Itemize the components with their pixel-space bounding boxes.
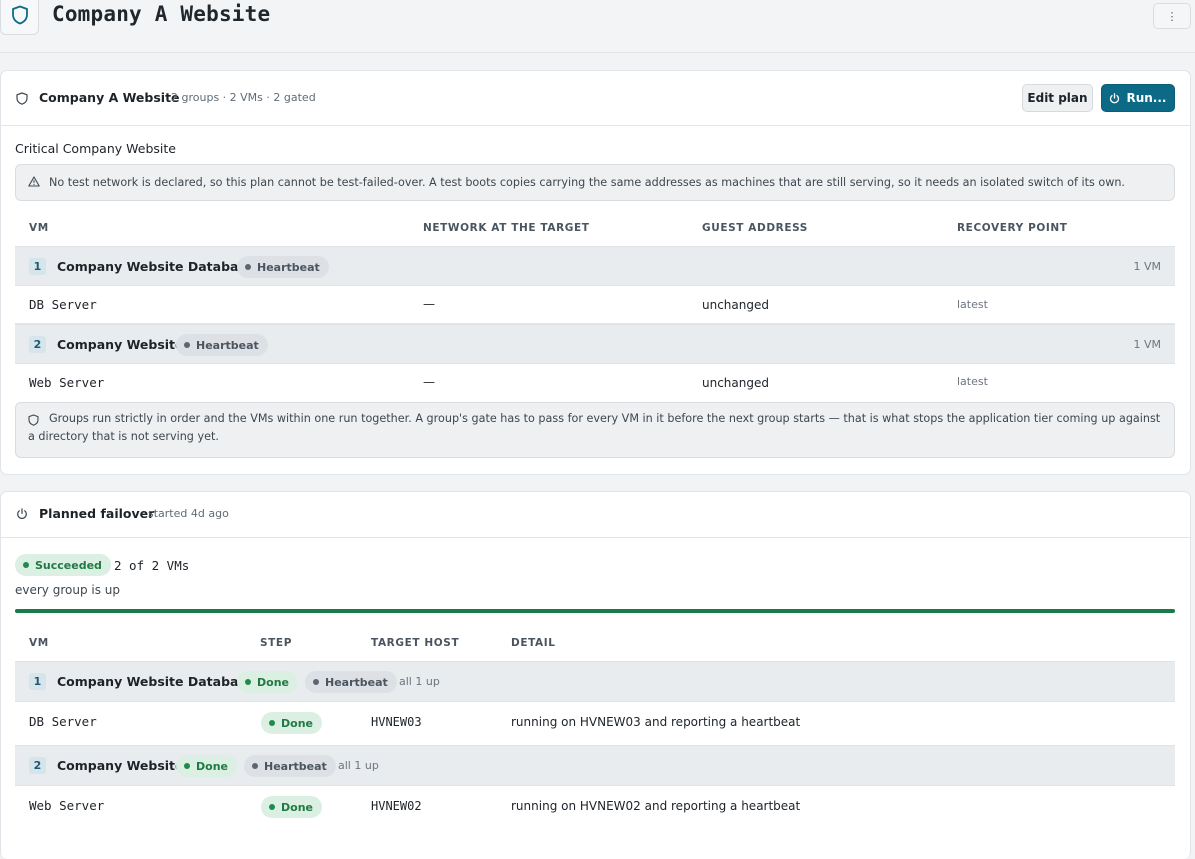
group-up-count: all 1 up xyxy=(399,675,440,688)
heartbeat-gate-badge: Heartbeat xyxy=(305,671,397,693)
run-progress-fill xyxy=(15,609,1175,613)
vm-network: — xyxy=(423,375,435,389)
run-button-label: Run... xyxy=(1126,91,1167,105)
failover-run-card: Planned failover started 4d ago Succeede… xyxy=(0,491,1191,859)
kebab-icon: ⋮ xyxy=(1166,9,1178,23)
col-detail: DETAIL xyxy=(511,637,556,649)
group-name: Company Website xyxy=(57,337,184,352)
run-vm-row[interactable]: Web Server Done HVNEW02 running on HVNEW… xyxy=(15,786,1175,830)
vm-name: DB Server xyxy=(29,297,97,312)
test-network-warning: No test network is declared, so this pla… xyxy=(15,164,1175,201)
power-icon xyxy=(1110,92,1120,103)
plan-card: Company A Website 2 groups · 2 VMs · 2 g… xyxy=(0,70,1191,475)
page-title: Company A Website xyxy=(52,2,271,26)
run-started: started 4d ago xyxy=(148,507,229,520)
vm-network: — xyxy=(423,297,435,311)
warning-text: No test network is declared, so this pla… xyxy=(49,176,1125,189)
plan-group-row[interactable]: 1 Company Website Database Heartbeat 1 V… xyxy=(15,246,1175,286)
target-host: HVNEW03 xyxy=(371,715,422,729)
plan-meta: 2 groups · 2 VMs · 2 gated xyxy=(171,91,316,104)
col-target-host: TARGET HOST xyxy=(371,637,460,649)
group-vm-count: 1 VM xyxy=(1133,338,1161,351)
run-button[interactable]: Run... xyxy=(1101,84,1175,112)
group-vm-count: 1 VM xyxy=(1133,260,1161,273)
plan-card-header: Company A Website 2 groups · 2 VMs · 2 g… xyxy=(1,71,1190,126)
vm-address: unchanged xyxy=(702,376,769,390)
heartbeat-gate-badge: Heartbeat xyxy=(237,256,329,278)
plan-vm-row[interactable]: DB Server — unchanged latest xyxy=(15,286,1175,324)
group-number: 1 xyxy=(29,673,46,690)
col-vm: VM xyxy=(29,222,49,234)
run-vm-row[interactable]: DB Server Done HVNEW03 running on HVNEW0… xyxy=(15,702,1175,746)
col-guest-address: GUEST ADDRESS xyxy=(702,222,808,234)
group-order-info: Groups run strictly in order and the VMs… xyxy=(15,402,1175,458)
group-number: 2 xyxy=(29,336,46,353)
warning-icon xyxy=(28,176,40,187)
succeeded-status-badge: Succeeded xyxy=(15,554,111,576)
col-recovery-point: RECOVERY POINT xyxy=(957,222,1068,234)
vm-address: unchanged xyxy=(702,298,769,312)
group-number: 2 xyxy=(29,757,46,774)
target-host: HVNEW02 xyxy=(371,799,422,813)
plan-vm-row[interactable]: Web Server — unchanged latest xyxy=(15,364,1175,402)
shield-icon xyxy=(28,414,39,426)
heartbeat-gate-badge: Heartbeat xyxy=(244,755,336,777)
run-progress-bar xyxy=(15,609,1175,613)
group-name: Company Website Database xyxy=(57,674,255,689)
vm-name: Web Server xyxy=(29,375,105,390)
power-icon xyxy=(17,508,27,519)
vm-recovery-point: latest xyxy=(957,375,988,388)
col-network: NETWORK AT THE TARGET xyxy=(423,222,590,234)
page-header: Company A Website ⋮ xyxy=(0,0,1195,53)
plan-group-row[interactable]: 2 Company Website Heartbeat 1 VM xyxy=(15,324,1175,364)
plan-subtitle: Critical Company Website xyxy=(15,141,176,156)
shield-icon xyxy=(0,0,39,35)
group-name: Company Website Database xyxy=(57,259,255,274)
run-card-header: Planned failover started 4d ago xyxy=(1,492,1190,538)
plan-title: Company A Website xyxy=(39,90,180,105)
vm-detail: running on HVNEW03 and reporting a heart… xyxy=(511,715,801,729)
done-status-badge: Done xyxy=(261,712,322,734)
edit-plan-button[interactable]: Edit plan xyxy=(1022,84,1093,112)
done-status-badge: Done xyxy=(176,755,237,777)
more-menu-button[interactable]: ⋮ xyxy=(1153,3,1191,29)
vm-name: DB Server xyxy=(29,714,97,729)
run-group-row[interactable]: 1 Company Website Database Done Heartbea… xyxy=(15,661,1175,702)
group-up-count: all 1 up xyxy=(338,759,379,772)
vm-name: Web Server xyxy=(29,798,105,813)
vm-detail: running on HVNEW02 and reporting a heart… xyxy=(511,799,801,813)
info-text: Groups run strictly in order and the VMs… xyxy=(28,412,1161,443)
col-vm: VM xyxy=(29,637,49,649)
done-status-badge: Done xyxy=(261,796,322,818)
shield-icon xyxy=(16,92,28,105)
run-vm-count: 2 of 2 VMs xyxy=(114,558,190,573)
heartbeat-gate-badge: Heartbeat xyxy=(176,334,268,356)
done-status-badge: Done xyxy=(237,671,298,693)
run-group-row[interactable]: 2 Company Website Done Heartbeat all 1 u… xyxy=(15,745,1175,786)
col-step: STEP xyxy=(260,637,292,649)
group-number: 1 xyxy=(29,258,46,275)
group-name: Company Website xyxy=(57,758,184,773)
vm-recovery-point: latest xyxy=(957,298,988,311)
run-summary: every group is up xyxy=(15,583,121,597)
run-title: Planned failover xyxy=(39,506,155,521)
